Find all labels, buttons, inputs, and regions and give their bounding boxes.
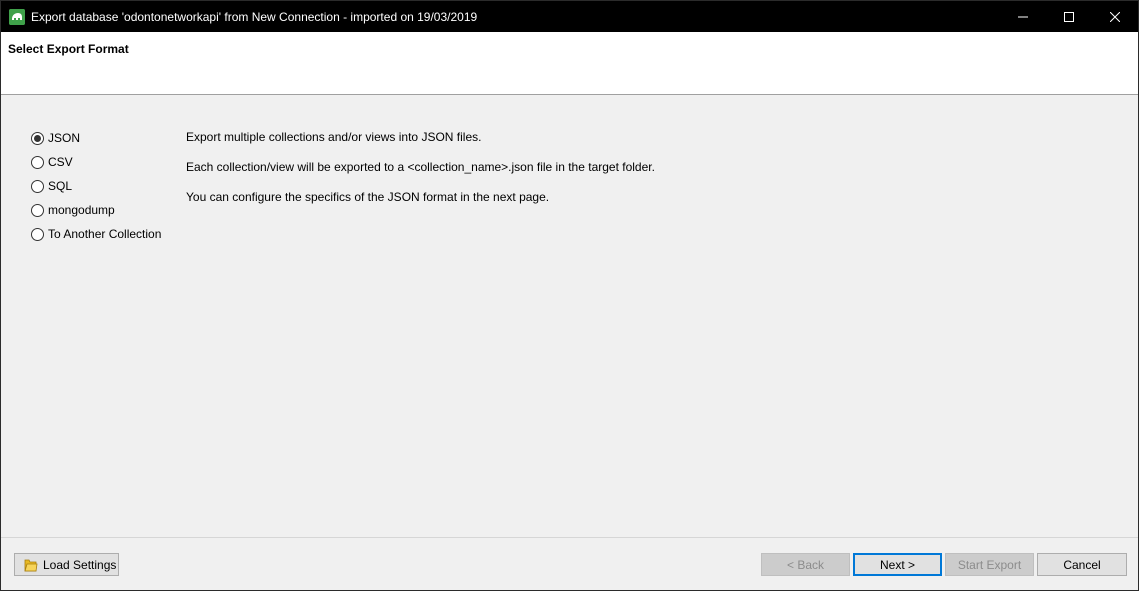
maximize-button[interactable] — [1046, 1, 1092, 32]
back-button-label: < Back — [786, 557, 825, 572]
wizard-header: Select Export Format — [1, 32, 1138, 95]
radio-button-icon[interactable] — [31, 227, 44, 241]
window-controls — [1000, 1, 1138, 32]
page-title: Select Export Format — [8, 42, 129, 56]
cancel-button[interactable]: Cancel — [1037, 553, 1127, 576]
radio-button-icon[interactable] — [31, 179, 44, 193]
back-button[interactable]: < Back — [761, 553, 850, 576]
format-description: Export multiple collections and/or views… — [186, 130, 655, 220]
description-line-2: Each collection/view will be exported to… — [186, 160, 655, 174]
export-dialog-window: Export database 'odontonetworkapi' from … — [0, 0, 1139, 591]
radio-sql[interactable]: SQL — [31, 174, 161, 198]
maximize-icon — [1064, 11, 1074, 22]
radio-button-icon[interactable] — [31, 203, 44, 217]
close-button[interactable] — [1092, 1, 1138, 32]
radio-label[interactable]: CSV — [48, 155, 73, 169]
title-bar[interactable]: Export database 'odontonetworkapi' from … — [1, 1, 1138, 32]
folder-icon — [23, 557, 39, 573]
cancel-button-label: Cancel — [1063, 557, 1101, 572]
app-icon — [9, 8, 25, 25]
description-line-1: Export multiple collections and/or views… — [186, 130, 482, 144]
radio-label[interactable]: SQL — [48, 179, 72, 193]
window-title: Export database 'odontonetworkapi' from … — [31, 9, 478, 24]
close-icon — [1110, 11, 1120, 22]
radio-mongodump[interactable]: mongodump — [31, 198, 161, 222]
radio-button-icon[interactable] — [31, 131, 44, 145]
load-settings-button[interactable]: Load Settings — [14, 553, 119, 576]
radio-to-another-collection[interactable]: To Another Collection — [31, 222, 161, 246]
description-line-3: You can configure the specifics of the J… — [186, 190, 550, 204]
radio-button-icon[interactable] — [31, 155, 44, 169]
radio-json[interactable]: JSON — [31, 126, 161, 150]
minimize-icon — [1018, 16, 1028, 17]
radio-label[interactable]: To Another Collection — [48, 227, 161, 241]
footer-divider — [1, 537, 1138, 538]
next-button-label: Next > — [879, 557, 915, 572]
start-export-button-label: Start Export — [957, 557, 1022, 572]
start-export-button[interactable]: Start Export — [945, 553, 1034, 576]
load-settings-label: Load Settings — [43, 557, 117, 572]
radio-label[interactable]: mongodump — [48, 203, 115, 217]
minimize-button[interactable] — [1000, 1, 1046, 32]
next-button[interactable]: Next > — [853, 553, 942, 576]
format-radio-group: JSON CSV SQL mongodump To Another Collec… — [31, 126, 161, 246]
radio-csv[interactable]: CSV — [31, 150, 161, 174]
radio-label[interactable]: JSON — [48, 131, 80, 145]
